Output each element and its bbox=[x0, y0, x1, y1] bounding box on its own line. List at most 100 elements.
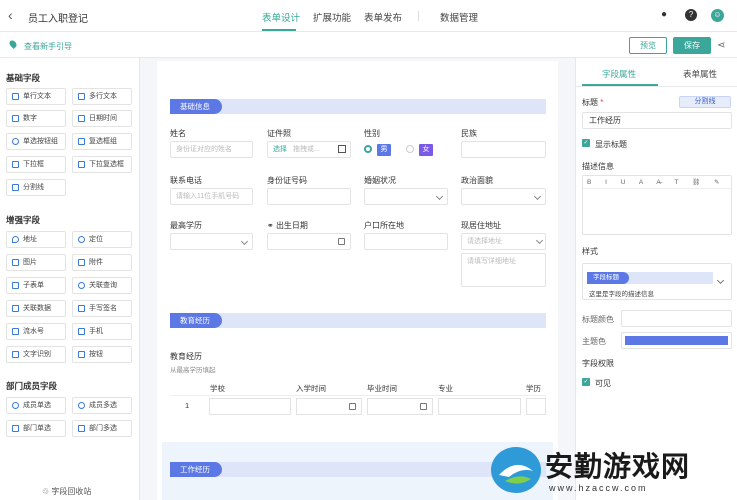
visible-checkbox[interactable]: ✓ bbox=[582, 378, 590, 386]
title-color-picker[interactable] bbox=[621, 310, 732, 327]
col-degree: 学历 bbox=[526, 384, 541, 393]
field-multi-text[interactable]: 多行文本 bbox=[72, 88, 132, 105]
birthdate-picker[interactable] bbox=[267, 233, 351, 250]
gender-female-tag: 女 bbox=[419, 144, 433, 156]
style-select[interactable]: 字段标题 这里是字段的描述信息 bbox=[582, 263, 732, 300]
tab-active-indicator bbox=[262, 29, 296, 31]
field-serial-number[interactable]: 流水号 bbox=[6, 323, 66, 340]
gender-male-radio[interactable] bbox=[364, 145, 372, 153]
share-icon[interactable]: ⋖ bbox=[717, 40, 725, 51]
field-mobile[interactable]: 手机 bbox=[72, 323, 132, 340]
chevron-down-icon bbox=[240, 237, 249, 246]
tab-form-design[interactable]: 表单设计 bbox=[262, 10, 300, 24]
table-row-number: 1 bbox=[185, 401, 190, 410]
id-photo-upload[interactable]: 选择 拖拽或... bbox=[267, 141, 351, 158]
field-signature[interactable]: 手写签名 bbox=[72, 300, 132, 317]
watermark-logo-graphic bbox=[494, 448, 538, 492]
field-radio-group[interactable]: 单选按钮组 bbox=[6, 133, 66, 150]
location-pin-icon bbox=[12, 236, 19, 243]
search-icon bbox=[78, 282, 85, 289]
divider-icon bbox=[12, 184, 19, 191]
field-member-multi[interactable]: 成员多选 bbox=[72, 397, 132, 414]
field-subform[interactable]: 子表单 bbox=[6, 277, 66, 294]
tab-field-props[interactable]: 字段属性 bbox=[602, 68, 636, 80]
label-permission: 字段权限 bbox=[582, 359, 614, 368]
grad-date-picker[interactable] bbox=[367, 398, 433, 415]
tab-extensions[interactable]: 扩展功能 bbox=[313, 10, 351, 24]
editor-toolbar[interactable]: B I U A A̶ T ⛓ ✎ ▣ bbox=[583, 176, 731, 189]
field-related-data[interactable]: 关联数据 bbox=[6, 300, 66, 317]
style-preview-desc: 这里是字段的描述信息 bbox=[589, 291, 654, 298]
show-title-checkbox[interactable]: ✓ bbox=[582, 139, 590, 147]
description-editor[interactable]: B I U A A̶ T ⛓ ✎ ▣ bbox=[582, 175, 732, 235]
field-ocr[interactable]: 文字识别 bbox=[6, 346, 66, 363]
pen-icon bbox=[78, 305, 85, 312]
education-select[interactable] bbox=[170, 233, 253, 250]
field-address[interactable]: 地址 bbox=[6, 231, 66, 248]
field-related-query[interactable]: 关联查询 bbox=[72, 277, 132, 294]
marital-select[interactable] bbox=[364, 188, 448, 205]
field-dept-single[interactable]: 部门单选 bbox=[6, 420, 66, 437]
field-number[interactable]: 数字 bbox=[6, 110, 66, 127]
save-button[interactable]: 保存 bbox=[673, 37, 711, 54]
top-bar: ‹ 员工入职登记 表单设计 扩展功能 表单发布 数据管理 ● ? ☺ bbox=[0, 0, 737, 32]
field-button[interactable]: 按钮 bbox=[72, 346, 132, 363]
field-divider[interactable]: 分割线 bbox=[6, 179, 66, 196]
section-education[interactable]: 教育经历 bbox=[170, 313, 546, 328]
avatar[interactable]: ☺ bbox=[711, 9, 724, 22]
qrcode-icon[interactable] bbox=[338, 145, 346, 153]
enroll-date-picker[interactable] bbox=[296, 398, 362, 415]
field-single-text[interactable]: 单行文本 bbox=[6, 88, 66, 105]
hukou-input[interactable] bbox=[364, 233, 448, 250]
properties-panel: 字段属性 表单属性 标题 * 分割线 工作经历 ✓ 显示标题 描述信息 B I … bbox=[575, 58, 737, 500]
field-dropdown-multi[interactable]: 下拉复选框 bbox=[72, 156, 132, 173]
field-attachment[interactable]: 附件 bbox=[72, 254, 132, 271]
lightbulb-icon bbox=[8, 39, 18, 49]
label-phone: 联系电话 bbox=[170, 176, 202, 185]
section-title: 基础信息 bbox=[170, 99, 222, 114]
field-dept-multi[interactable]: 部门多选 bbox=[72, 420, 132, 437]
tab-form-props[interactable]: 表单属性 bbox=[683, 68, 717, 80]
watermark-url: www.hzaccw.com bbox=[549, 483, 648, 493]
button-icon bbox=[78, 351, 85, 358]
label-gender: 性别 bbox=[364, 129, 380, 138]
preview-button[interactable]: 预览 bbox=[629, 37, 667, 54]
address-region-select[interactable]: 请选择地址 bbox=[461, 233, 546, 250]
political-select[interactable] bbox=[461, 188, 546, 205]
field-checkbox-group[interactable]: 复选框组 bbox=[72, 133, 132, 150]
checkbox-icon bbox=[78, 138, 85, 145]
form-preview: 基础信息 姓名 身份证对应的姓名 证件照 选择 拖拽或... 性别 男 女 民族… bbox=[157, 61, 558, 500]
field-location[interactable]: 定位 bbox=[72, 231, 132, 248]
tab-publish[interactable]: 表单发布 bbox=[364, 10, 402, 24]
help-icon[interactable]: ? bbox=[685, 9, 697, 21]
field-type-badge[interactable]: 分割线 bbox=[679, 96, 731, 108]
phone-input[interactable]: 请输入11位手机号码 bbox=[170, 188, 253, 205]
gender-female-radio[interactable] bbox=[406, 145, 414, 153]
major-input[interactable] bbox=[438, 398, 521, 415]
section-basic-info[interactable]: 基础信息 bbox=[170, 99, 546, 114]
theme-color-picker[interactable] bbox=[621, 332, 732, 349]
section-title: 工作经历 bbox=[170, 462, 222, 477]
label-title-color: 标题颜色 bbox=[582, 315, 614, 324]
field-member-single[interactable]: 成员单选 bbox=[6, 397, 66, 414]
watermark: 安勤游戏网 www.hzaccw.com bbox=[487, 443, 733, 497]
form-canvas: 基础信息 姓名 身份证对应的姓名 证件照 选择 拖拽或... 性别 男 女 民族… bbox=[141, 58, 574, 500]
field-dropdown[interactable]: 下拉框 bbox=[6, 156, 66, 173]
ethnicity-input[interactable] bbox=[461, 141, 546, 158]
bell-icon[interactable]: ● bbox=[658, 9, 670, 21]
title-input[interactable]: 工作经历 bbox=[582, 112, 732, 129]
field-image[interactable]: 图片 bbox=[6, 254, 66, 271]
name-input[interactable]: 身份证对应的姓名 bbox=[170, 141, 253, 158]
degree-input[interactable] bbox=[526, 398, 546, 415]
calendar-icon bbox=[349, 403, 356, 410]
school-input[interactable] bbox=[209, 398, 291, 415]
guide-link[interactable]: 查看新手引导 bbox=[24, 41, 72, 52]
address-detail-input[interactable]: 请填写详细地址 bbox=[461, 253, 546, 287]
recycle-bin-button[interactable]: ♲ 字段回收站 bbox=[42, 486, 91, 497]
tab-data-manage[interactable]: 数据管理 bbox=[440, 10, 478, 24]
dropdown-icon bbox=[12, 161, 19, 168]
label-ethnicity: 民族 bbox=[461, 129, 477, 138]
chevron-left-icon[interactable]: ‹ bbox=[8, 8, 13, 22]
field-datetime[interactable]: 日期时间 bbox=[72, 110, 132, 127]
id-number-input[interactable] bbox=[267, 188, 351, 205]
